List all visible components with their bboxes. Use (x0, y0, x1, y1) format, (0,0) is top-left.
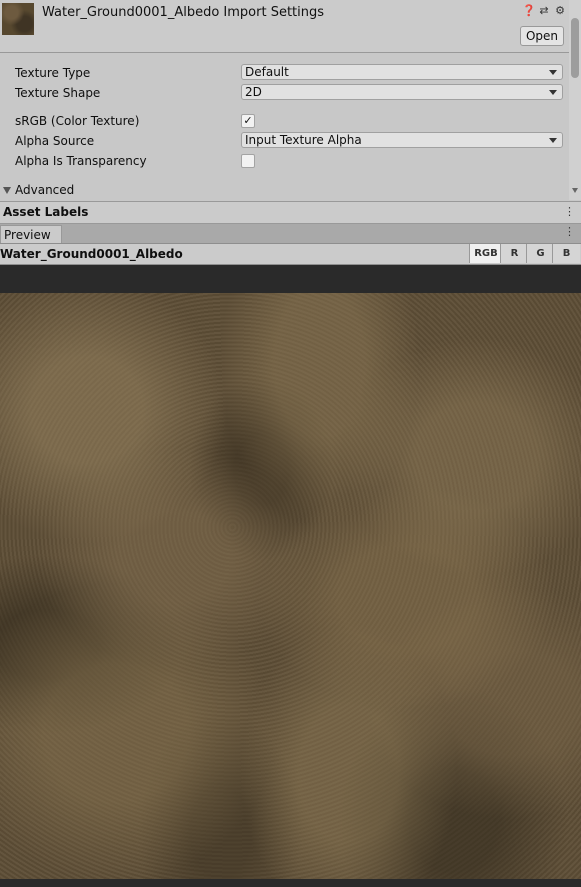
texture-shape-dropdown[interactable]: 2D (241, 84, 563, 100)
channel-rgb-button[interactable]: RGB (469, 244, 502, 263)
alpha-source-value: Input Texture Alpha (245, 133, 362, 147)
open-button[interactable]: Open (520, 26, 564, 46)
preview-asset-name: Water_Ground0001_Albedo (0, 247, 183, 261)
texture-shape-value: 2D (245, 85, 262, 99)
foldout-triangle-icon (3, 187, 11, 194)
header-icons: ❓ ⇄ ⚙ (522, 4, 566, 17)
preview-toolbar: Water_Ground0001_Albedo RGB R G B (0, 244, 581, 265)
texture-type-label: Texture Type (15, 66, 91, 80)
texture-type-dropdown[interactable]: Default (241, 64, 563, 80)
texture-type-value: Default (245, 65, 289, 79)
texture-shape-label: Texture Shape (15, 86, 101, 100)
tab-preview[interactable]: Preview (0, 225, 62, 243)
srgb-checkbox[interactable]: ✓ (241, 114, 255, 128)
inspector-header: Water_Ground0001_Albedo Import Settings … (0, 0, 581, 53)
texture-thumbnail (2, 3, 34, 35)
advanced-label: Advanced (15, 183, 75, 197)
scrollbar-thumb[interactable] (571, 18, 579, 78)
channel-g-button[interactable]: G (526, 244, 554, 263)
chevron-down-icon (549, 138, 557, 143)
import-settings-panel: Texture Type Default Texture Shape 2D sR… (0, 53, 568, 200)
help-icon[interactable]: ❓ (522, 4, 536, 17)
channel-r-button[interactable]: R (500, 244, 528, 263)
settings-gear-icon[interactable]: ⚙ (554, 4, 566, 17)
preview-tab-bar: Preview ⋮ (0, 224, 581, 244)
asset-labels-bar[interactable]: Asset Labels ⋮ (0, 201, 581, 224)
scroll-down-arrow-icon[interactable] (572, 188, 578, 193)
kebab-menu-icon[interactable]: ⋮ (564, 205, 575, 218)
inspector-title: Water_Ground0001_Albedo Import Settings (42, 5, 325, 20)
alpha-source-label: Alpha Source (15, 134, 95, 148)
kebab-menu-icon[interactable]: ⋮ (564, 225, 575, 238)
advanced-foldout[interactable]: Advanced (3, 182, 74, 198)
chevron-down-icon (549, 70, 557, 75)
preset-icon[interactable]: ⇄ (538, 4, 550, 17)
texture-preview-image (0, 293, 581, 879)
chevron-down-icon (549, 90, 557, 95)
inspector-scrollbar[interactable] (569, 0, 581, 200)
channel-b-button[interactable]: B (552, 244, 580, 263)
alpha-source-dropdown[interactable]: Input Texture Alpha (241, 132, 563, 148)
asset-labels-title: Asset Labels (3, 205, 89, 219)
preview-bottom-strip (0, 879, 581, 887)
srgb-label: sRGB (Color Texture) (15, 114, 140, 128)
alpha-transparency-checkbox[interactable] (241, 154, 255, 168)
alpha-transparency-label: Alpha Is Transparency (15, 154, 147, 168)
